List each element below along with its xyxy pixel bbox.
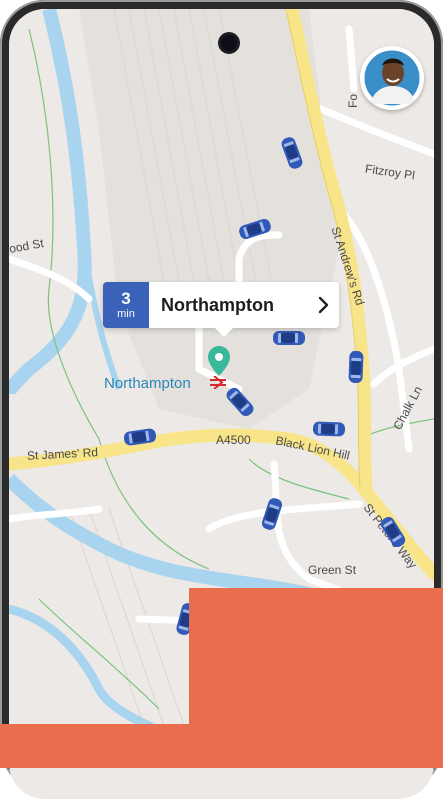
eta-minutes: 3 [121, 288, 131, 308]
station-label[interactable]: Northampton [104, 375, 191, 392]
car-icon [273, 331, 305, 345]
location-pin-icon[interactable] [208, 346, 230, 376]
eta-destination: Northampton [161, 294, 274, 315]
eta-badge: 3 min [103, 282, 149, 328]
eta-card[interactable]: 3 min Northampton [103, 282, 339, 337]
front-camera [221, 35, 237, 51]
street-label-fo-partial: Fo [346, 93, 361, 109]
eta-unit: min [117, 307, 135, 320]
street-label-green-st: Green St [308, 563, 357, 577]
decorative-overlay-strip [0, 724, 443, 768]
rail-icon [210, 376, 226, 389]
car-icon [312, 421, 346, 437]
avatar[interactable] [360, 46, 424, 110]
street-label-a4500: A4500 [216, 433, 251, 447]
chevron-right-icon[interactable] [309, 296, 339, 314]
car-icon [348, 350, 364, 384]
avatar-photo [361, 47, 423, 109]
